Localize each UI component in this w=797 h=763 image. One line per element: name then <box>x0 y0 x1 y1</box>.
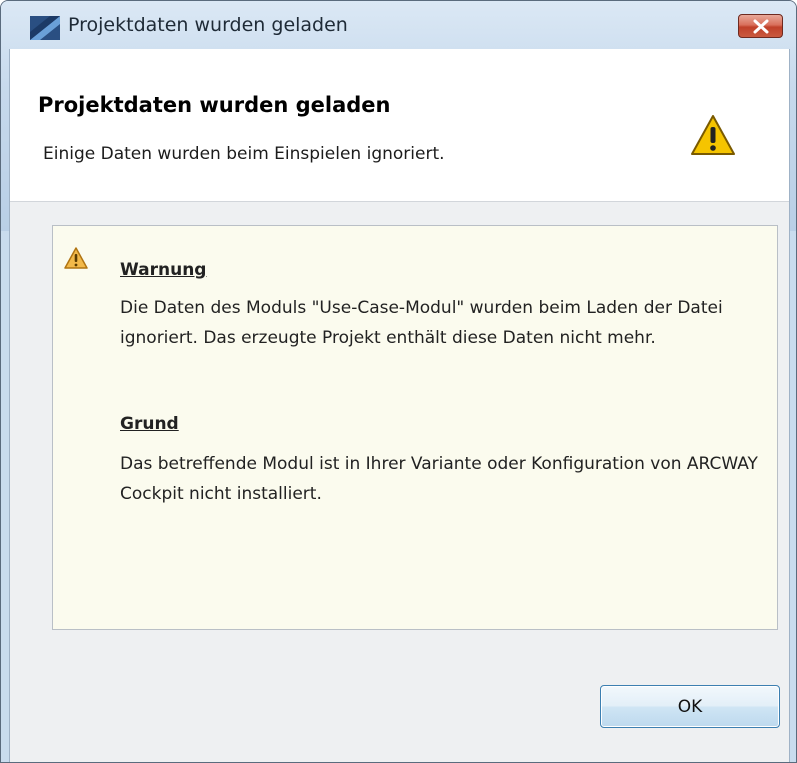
header-banner: Projektdaten wurden geladen Einige Daten… <box>10 49 789 202</box>
reason-heading: Grund <box>120 414 179 434</box>
close-icon <box>753 19 769 34</box>
message-panel: Warnung Die Daten des Moduls "Use-Case-M… <box>52 225 778 630</box>
window-title: Projektdaten wurden geladen <box>68 14 348 36</box>
dialog-window: Projektdaten wurden geladen Projektdaten… <box>0 0 797 763</box>
warning-heading: Warnung <box>120 260 207 280</box>
banner-subtitle: Einige Daten wurden beim Einspielen igno… <box>43 144 445 164</box>
warning-icon <box>64 247 88 269</box>
close-button[interactable] <box>738 14 783 38</box>
reason-text: Das betreffende Modul ist in Ihrer Varia… <box>120 454 758 504</box>
ok-button[interactable]: OK <box>600 685 780 728</box>
title-bar[interactable]: Projektdaten wurden geladen <box>1 1 796 41</box>
dialog-content: Projektdaten wurden geladen Einige Daten… <box>9 49 790 762</box>
banner-title: Projektdaten wurden geladen <box>38 93 391 117</box>
warning-icon <box>691 115 735 155</box>
app-icon <box>30 16 60 40</box>
warning-text: Die Daten des Moduls "Use-Case-Modul" wu… <box>120 298 723 348</box>
